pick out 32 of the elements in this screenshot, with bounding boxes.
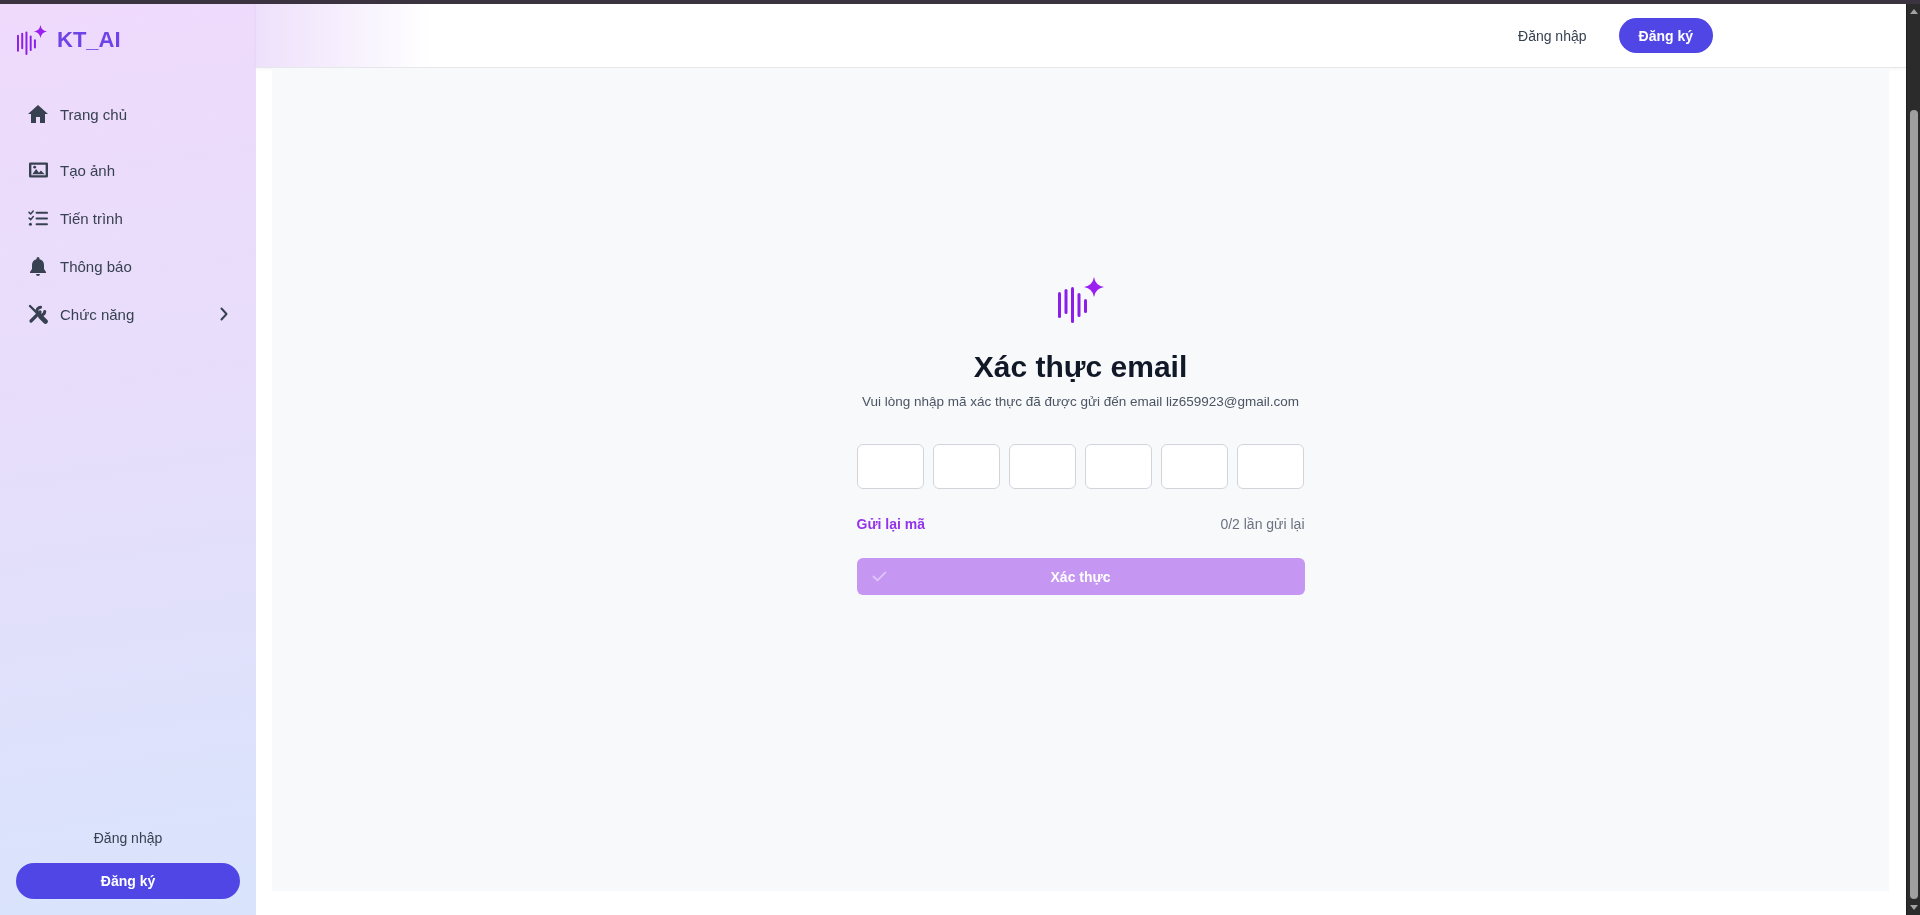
resend-count: 0/2 lần gửi lại [1220, 515, 1305, 534]
code-input[interactable] [1084, 444, 1152, 489]
code-input[interactable] [1160, 444, 1228, 489]
code-input[interactable] [932, 444, 1000, 489]
scroll-down-icon[interactable] [1909, 905, 1918, 910]
sidebar-item[interactable]: Tạo ảnh [12, 146, 244, 194]
bell-icon [30, 256, 46, 276]
sidebar-item[interactable]: Thông báo [12, 242, 244, 290]
checklist-icon [28, 209, 48, 227]
sidebar-item[interactable]: Tiến trình [12, 194, 244, 242]
code-input[interactable] [1236, 444, 1304, 489]
page-title: Xác thực email [973, 349, 1188, 385]
tools-icon [28, 304, 48, 324]
scrollbar[interactable] [1906, 4, 1920, 915]
check-icon [871, 571, 887, 582]
register-button[interactable]: Đăng ký [16, 863, 240, 899]
sidebar-item[interactable]: Chức năng [12, 290, 244, 338]
scroll-up-icon[interactable] [1909, 9, 1918, 14]
image-icon [28, 162, 48, 178]
code-input[interactable] [1008, 444, 1076, 489]
home-icon [28, 105, 48, 123]
instruction-text: Vui lòng nhập mã xác thực đã được gửi đến email liz659923@gmail.com [861, 393, 1300, 411]
register-button[interactable]: Đăng ký [1618, 18, 1713, 53]
login-link[interactable]: Đăng nhập [1518, 25, 1587, 46]
code-input[interactable] [856, 444, 924, 489]
resend-link[interactable]: Gửi lại mã [856, 514, 925, 534]
login-link[interactable]: Đăng nhập [93, 828, 163, 848]
scrollbar-thumb[interactable] [1909, 110, 1918, 899]
brand-name: KT_AI [57, 26, 121, 54]
sidebar-item[interactable]: Trang chủ [12, 90, 244, 138]
logo-icon [1057, 277, 1104, 323]
logo-icon [17, 25, 47, 55]
